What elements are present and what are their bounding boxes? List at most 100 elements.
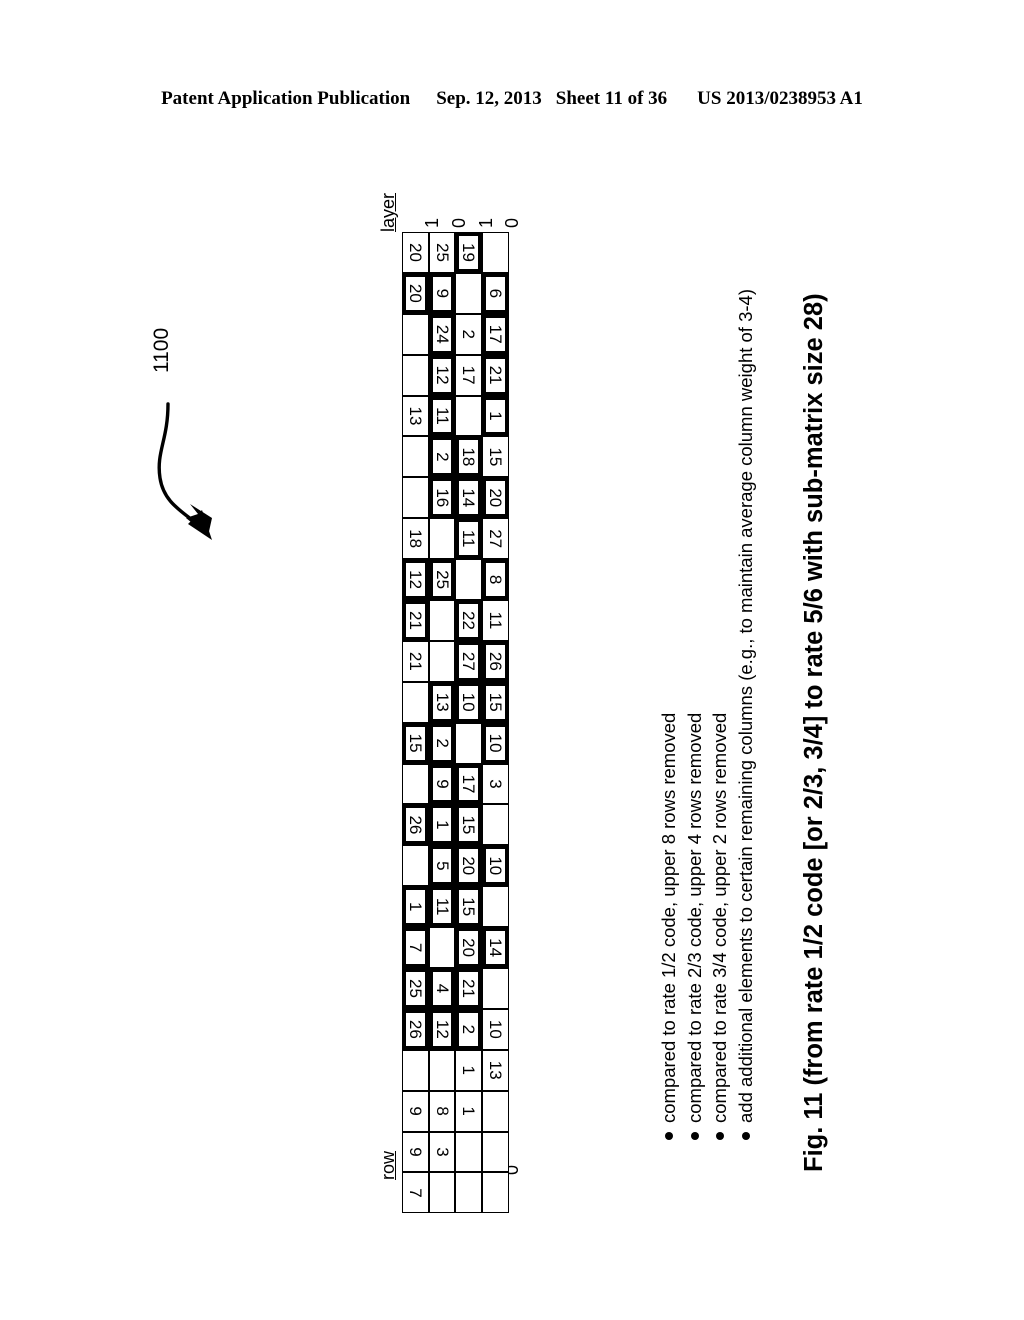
matrix-cell-r3-c21: [482, 1090, 509, 1132]
matrix-row: 19 2 17 18 14 11 22 27 10 17 15 20 15 20 21 2 1 1: [455, 232, 483, 1214]
matrix-cell-r2-c10: 27: [455, 640, 483, 682]
bullet-dot-icon: [716, 1132, 724, 1140]
figure-caption: Fig. 11 (from rate 1/2 code [or 2/3, 3/4…: [800, 293, 828, 1172]
matrix-cell-r1-c18: 4: [428, 968, 456, 1009]
matrix-cell-r1-c12: 2: [428, 722, 456, 764]
matrix-cell-r1-c2: 24: [428, 313, 456, 355]
matrix-cell-r1-c21: 8: [428, 1090, 456, 1132]
matrix-cell-r0-c8: 12: [402, 559, 429, 601]
matrix-cell-r0-c6: [402, 477, 429, 519]
layer-tick-1: 0: [449, 217, 470, 228]
matrix-table: 6 17 21 1 15 20 27 8 11 26 15 10 3 10 14 10 13 19 2 17 18 14 1…: [402, 232, 509, 1214]
matrix-cell-r1-c16: 11: [428, 886, 456, 928]
matrix-cell-r0-c9: 21: [402, 600, 429, 641]
matrix-cell-r2-c21: 1: [455, 1090, 483, 1132]
bullet-item-3: add additional elements to certain remai…: [735, 289, 756, 1140]
matrix-cell-r3-c6: 20: [482, 477, 509, 519]
matrix-cell-r0-c17: 7: [402, 927, 429, 969]
matrix-cell-r0-c10: 21: [402, 640, 429, 682]
matrix-cell-r3-c22: [482, 1131, 509, 1173]
matrix-cell-r2-c23: [455, 1172, 483, 1214]
matrix-cell-r1-c20: [428, 1049, 456, 1091]
bullet-list: compared to rate 1/2 code, upper 8 rows …: [658, 289, 762, 1140]
matrix-cell-r2-c12: [455, 722, 483, 764]
matrix-cell-r0-c4: 13: [402, 395, 429, 437]
axis-label-layer: layer: [378, 192, 398, 232]
matrix-cell-r3-c9: 11: [482, 600, 509, 641]
matrix-cell-r3-c7: 27: [482, 518, 509, 560]
matrix-cell-r3-c13: 3: [482, 763, 509, 805]
matrix-cell-r3-c1: 6: [482, 272, 509, 314]
matrix-cell-r3-c17: 14: [482, 927, 509, 969]
matrix-cell-r0-c12: 15: [402, 722, 429, 764]
matrix-cell-r1-c4: 11: [428, 395, 456, 437]
layer-tick-2: 1: [475, 217, 496, 228]
bullet-text: compared to rate 1/2 code, upper 8 rows …: [658, 712, 679, 1123]
matrix-cell-r0-c18: 25: [402, 968, 429, 1009]
matrix-cell-r0-c2: [402, 313, 429, 355]
matrix-cell-r0-c20: [402, 1049, 429, 1091]
matrix-cell-r1-c10: [428, 640, 456, 682]
matrix-cell-r3-c12: 10: [482, 722, 509, 764]
matrix-cell-r0-c16: 1: [402, 886, 429, 928]
matrix-cell-r0-c13: [402, 763, 429, 805]
matrix-cell-r2-c20: 1: [455, 1049, 483, 1091]
matrix-cell-r3-c23: [482, 1172, 509, 1214]
matrix-cell-r3-c2: 17: [482, 313, 509, 355]
matrix-cell-r3-c3: 21: [482, 354, 509, 396]
matrix-cell-r2-c15: 20: [455, 845, 483, 887]
bullet-text: compared to rate 3/4 code, upper 2 rows …: [709, 712, 730, 1123]
matrix-cell-r1-c8: 25: [428, 559, 456, 601]
matrix-cell-r2-c22: [455, 1131, 483, 1173]
matrix-cell-r3-c4: 1: [482, 395, 509, 437]
matrix-cell-r0-c22: 9: [402, 1131, 429, 1173]
reference-numeral-text: 1100: [150, 327, 173, 373]
matrix-cell-r0-c14: 26: [402, 804, 429, 846]
bullet-item-0: compared to rate 1/2 code, upper 8 rows …: [658, 420, 679, 1140]
bullet-dot-icon: [741, 1132, 750, 1140]
matrix-cell-r2-c11: 10: [455, 681, 483, 723]
matrix-cell-r1-c13: 9: [428, 763, 456, 805]
matrix-cell-r2-c17: 20: [455, 927, 483, 969]
matrix-cell-r2-c3: 17: [455, 354, 483, 396]
matrix-cell-r2-c8: [455, 559, 483, 601]
matrix-cell-r1-c6: 16: [428, 477, 456, 519]
matrix-cell-r0-c7: 18: [402, 518, 429, 560]
figure-1100: 1100 layer row 10103210 6172111520278112…: [0, 0, 1024, 1320]
matrix-cell-r3-c8: 8: [482, 559, 509, 601]
matrix-row: 25 9 24 12 11 2 16 25 13 2 9 1 5 11 4 12 8 3: [428, 232, 456, 1214]
matrix-cell-r3-c0: [482, 232, 509, 273]
matrix-cell-r3-c16: [482, 886, 509, 928]
bullet-item-1: compared to rate 2/3 code, upper 4 rows …: [683, 420, 705, 1140]
matrix-cell-r2-c2: 2: [455, 313, 483, 355]
matrix-cell-r2-c6: 14: [455, 477, 483, 519]
matrix-cell-r0-c1: 20: [402, 272, 429, 314]
matrix-cell-r3-c20: 13: [482, 1049, 509, 1091]
matrix-cell-r2-c5: 18: [455, 436, 483, 478]
matrix-cell-r2-c0: 19: [455, 232, 483, 273]
matrix-cell-r2-c18: 21: [455, 968, 483, 1009]
matrix-cell-r3-c18: [482, 968, 509, 1009]
matrix-cell-r1-c3: 12: [428, 354, 456, 396]
matrix-cell-r2-c7: 11: [455, 518, 483, 560]
bullet-item-2: compared to rate 3/4 code, upper 2 rows …: [709, 420, 730, 1140]
matrix-cell-r1-c9: [428, 600, 456, 641]
matrix-cell-r1-c22: 3: [428, 1131, 456, 1173]
matrix-cell-r1-c1: 9: [428, 272, 456, 314]
matrix-cell-r0-c5: [402, 436, 429, 478]
matrix-cell-r1-c14: 1: [428, 804, 456, 846]
matrix-cell-r1-c5: 2: [428, 436, 456, 478]
matrix-cell-r1-c11: 13: [428, 681, 456, 723]
bullet-dot-icon: [690, 1132, 699, 1140]
matrix-cell-r0-c0: 20: [402, 232, 429, 273]
matrix-cell-r0-c11: [402, 681, 429, 723]
matrix-cell-r1-c23: [428, 1172, 456, 1214]
matrix-cell-r2-c19: 2: [455, 1008, 483, 1050]
axis-label-row: row: [378, 1150, 398, 1180]
layer-tick-3: 0: [502, 217, 523, 228]
bullet-text: compared to rate 2/3 code, upper 4 rows …: [683, 712, 705, 1123]
matrix-cell-r2-c4: [455, 395, 483, 437]
matrix-cell-r3-c5: 15: [482, 436, 509, 478]
layer-tick-0: 1: [422, 217, 443, 228]
matrix-cell-r1-c0: 25: [428, 232, 456, 273]
